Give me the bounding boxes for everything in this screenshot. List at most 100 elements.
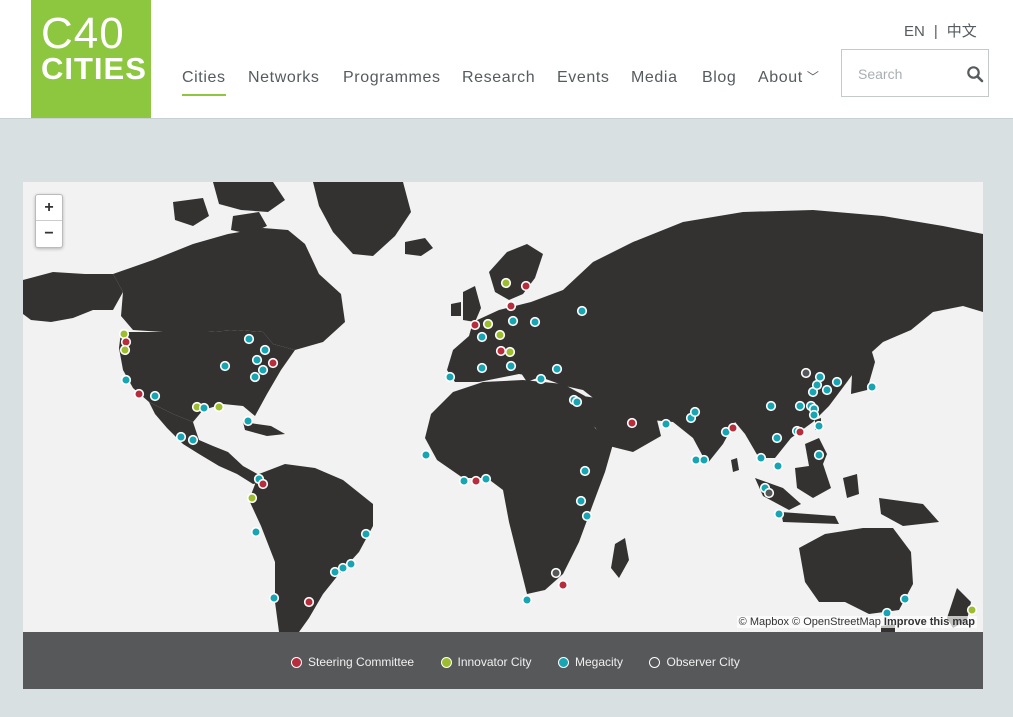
attribution-mapbox[interactable]: © Mapbox xyxy=(739,616,789,628)
nav-blog[interactable]: Blog xyxy=(702,68,736,88)
city-marker[interactable] xyxy=(458,475,470,487)
nav-research[interactable]: Research xyxy=(462,68,535,88)
city-marker[interactable] xyxy=(773,508,785,520)
city-marker[interactable] xyxy=(420,449,432,461)
legend-megacity[interactable]: Megacity xyxy=(558,655,623,669)
nav-programmes[interactable]: Programmes xyxy=(343,68,441,88)
city-marker[interactable] xyxy=(267,357,279,369)
city-marker[interactable] xyxy=(571,396,583,408)
legend-innovator-city[interactable]: Innovator City xyxy=(440,655,532,669)
city-marker[interactable] xyxy=(482,318,494,330)
c40-logo[interactable]: C40 CITIES xyxy=(31,0,151,118)
city-marker[interactable] xyxy=(175,431,187,443)
city-marker[interactable] xyxy=(763,487,775,499)
city-marker[interactable] xyxy=(800,367,812,379)
city-marker[interactable] xyxy=(689,406,701,418)
city-marker[interactable] xyxy=(470,475,482,487)
city-marker[interactable] xyxy=(198,402,210,414)
lang-zh[interactable]: 中文 xyxy=(947,23,977,40)
city-marker[interactable] xyxy=(821,384,833,396)
nav-about[interactable]: About ﹀ xyxy=(758,68,819,88)
city-marker[interactable] xyxy=(535,373,547,385)
city-marker[interactable] xyxy=(507,315,519,327)
city-marker[interactable] xyxy=(259,344,271,356)
city-marker[interactable] xyxy=(243,333,255,345)
zoom-control: + − xyxy=(35,194,63,248)
city-marker[interactable] xyxy=(660,418,672,430)
improve-map-link[interactable]: Improve this map xyxy=(884,616,975,628)
city-marker[interactable] xyxy=(521,594,533,606)
city-marker[interactable] xyxy=(626,417,638,429)
nav-cities[interactable]: Cities xyxy=(182,68,226,96)
lang-en[interactable]: EN xyxy=(904,23,925,40)
city-marker[interactable] xyxy=(899,593,911,605)
city-marker[interactable] xyxy=(771,432,783,444)
zoom-out-button[interactable]: − xyxy=(36,221,62,247)
city-marker[interactable] xyxy=(550,567,562,579)
attribution-osm[interactable]: © OpenStreetMap xyxy=(792,616,881,628)
city-marker[interactable] xyxy=(242,415,254,427)
city-marker[interactable] xyxy=(551,363,563,375)
city-marker[interactable] xyxy=(504,346,516,358)
search-icon[interactable] xyxy=(966,65,984,83)
city-marker[interactable] xyxy=(251,354,263,366)
city-marker[interactable] xyxy=(360,528,372,540)
city-marker[interactable] xyxy=(213,401,225,413)
city-marker[interactable] xyxy=(794,400,806,412)
nav-networks[interactable]: Networks xyxy=(248,68,319,88)
city-marker[interactable] xyxy=(581,510,593,522)
city-marker[interactable] xyxy=(575,495,587,507)
city-marker[interactable] xyxy=(303,596,315,608)
city-marker[interactable] xyxy=(727,422,739,434)
city-marker[interactable] xyxy=(246,492,258,504)
nav-events[interactable]: Events xyxy=(557,68,610,88)
city-marker[interactable] xyxy=(469,319,481,331)
city-marker[interactable] xyxy=(257,478,269,490)
city-marker[interactable] xyxy=(808,409,820,421)
language-switcher: EN | 中文 xyxy=(904,20,977,41)
legend-steering-committee[interactable]: Steering Committee xyxy=(291,655,414,669)
city-marker[interactable] xyxy=(500,277,512,289)
city-marker[interactable] xyxy=(268,592,280,604)
city-marker[interactable] xyxy=(866,381,878,393)
nav-media[interactable]: Media xyxy=(631,68,678,88)
city-marker[interactable] xyxy=(187,434,199,446)
search-input[interactable] xyxy=(856,62,960,86)
city-marker[interactable] xyxy=(966,604,978,616)
legend-label: Megacity xyxy=(575,654,624,669)
city-marker[interactable] xyxy=(133,388,145,400)
city-marker[interactable] xyxy=(505,300,517,312)
city-marker[interactable] xyxy=(529,316,541,328)
city-marker[interactable] xyxy=(250,526,262,538)
city-marker[interactable] xyxy=(219,360,231,372)
city-marker[interactable] xyxy=(476,331,488,343)
city-marker[interactable] xyxy=(698,454,710,466)
city-marker[interactable] xyxy=(520,280,532,292)
city-marker[interactable] xyxy=(444,371,456,383)
city-marker[interactable] xyxy=(329,566,341,578)
city-marker[interactable] xyxy=(557,579,569,591)
city-marker[interactable] xyxy=(813,449,825,461)
city-marker[interactable] xyxy=(257,364,269,376)
city-marker[interactable] xyxy=(119,344,131,356)
city-marker[interactable] xyxy=(495,345,507,357)
city-marker[interactable] xyxy=(755,452,767,464)
city-marker[interactable] xyxy=(249,371,261,383)
city-marker[interactable] xyxy=(494,329,506,341)
city-marker[interactable] xyxy=(120,374,132,386)
city-marker[interactable] xyxy=(811,379,823,391)
city-marker[interactable] xyxy=(813,420,825,432)
city-marker[interactable] xyxy=(579,465,591,477)
city-marker[interactable] xyxy=(480,473,492,485)
city-marker[interactable] xyxy=(149,390,161,402)
legend-observer-city[interactable]: Observer City xyxy=(649,655,740,669)
city-marker[interactable] xyxy=(476,362,488,374)
zoom-in-button[interactable]: + xyxy=(36,195,62,221)
city-marker[interactable] xyxy=(794,426,806,438)
city-marker[interactable] xyxy=(505,360,517,372)
cities-map[interactable]: + − © Mapbox © OpenStreetMap Improve thi… xyxy=(23,182,983,632)
city-marker[interactable] xyxy=(772,460,784,472)
city-marker[interactable] xyxy=(831,376,843,388)
city-marker[interactable] xyxy=(576,305,588,317)
city-marker[interactable] xyxy=(765,400,777,412)
